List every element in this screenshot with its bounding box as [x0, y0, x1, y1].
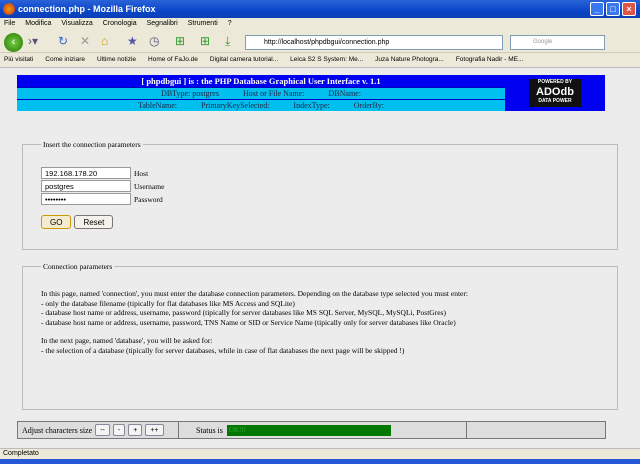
- url-text: http://localhost/phpdbgui/connection.php: [264, 39, 390, 46]
- header-title: [ phpdbgui ] is : the PHP Database Graph…: [17, 75, 505, 87]
- home-button[interactable]: ⌂: [101, 34, 108, 48]
- header-table: [ phpdbgui ] is : the PHP Database Graph…: [17, 75, 505, 111]
- font-smaller-more-button[interactable]: --: [95, 424, 110, 436]
- back-button[interactable]: ‹: [4, 33, 23, 52]
- connection-form: Insert the connection parameters Host Us…: [22, 140, 618, 250]
- info-text: - only the database filename (tipically …: [41, 298, 295, 308]
- bookmark-item[interactable]: Come iniziare: [45, 56, 85, 67]
- table-name: TableName:: [138, 101, 177, 110]
- go-button[interactable]: GO: [41, 215, 72, 229]
- font-bigger-more-button[interactable]: ++: [145, 424, 164, 436]
- new-window-icon[interactable]: ⊞: [200, 34, 210, 48]
- info-text: In the next page, named 'database', you …: [41, 336, 213, 345]
- history-icon[interactable]: ◷: [149, 34, 159, 48]
- status-indicator: OK!!!: [226, 424, 391, 436]
- title-bar: connection.php - Mozilla Firefox _ □ ×: [0, 0, 640, 18]
- password-input[interactable]: [41, 193, 131, 205]
- info-text: - the selection of a database (tipically…: [41, 345, 405, 355]
- bookmarks-icon[interactable]: ★: [127, 34, 138, 48]
- info-legend: Connection parameters: [43, 262, 113, 271]
- maximize-button[interactable]: □: [606, 2, 620, 16]
- form-legend: Insert the connection parameters: [43, 140, 141, 149]
- taskbar: [0, 459, 640, 464]
- order-by: OrderBy:: [353, 101, 384, 110]
- password-label: Password: [134, 194, 163, 204]
- info-text: - database host name or address, usernam…: [41, 308, 446, 317]
- page-content: [ phpdbgui ] is : the PHP Database Graph…: [0, 68, 640, 448]
- info-text: In this page, named 'connection', you mu…: [41, 289, 468, 298]
- bookmark-item[interactable]: Più visitati: [4, 56, 33, 67]
- close-button[interactable]: ×: [622, 2, 636, 16]
- adodb-logo: POWERED BY ADOdb DATA POWER: [505, 75, 605, 111]
- info-text: - database host name or address, usernam…: [41, 317, 456, 327]
- adjust-label: Adjust characters size: [22, 425, 93, 435]
- forward-button[interactable]: ›▾: [28, 34, 38, 48]
- bookmark-item[interactable]: Fotografia Nadir - ME...: [456, 56, 524, 67]
- menu-modifica[interactable]: Modifica: [25, 20, 51, 31]
- browser-status-bar: Completato: [0, 448, 640, 459]
- firefox-icon: [3, 3, 15, 15]
- download-icon[interactable]: ⤓: [225, 34, 230, 49]
- menu-bar: File Modifica Visualizza Cronologia Segnalib…: [0, 18, 640, 31]
- font-smaller-button[interactable]: -: [112, 424, 126, 436]
- menu-visualizza[interactable]: Visualizza: [61, 20, 92, 31]
- logo-sub: DATA POWER: [538, 98, 572, 104]
- url-bar[interactable]: http://localhost/phpdbgui/connection.php: [245, 35, 503, 50]
- logo-main: ADOdb: [536, 86, 574, 98]
- db-name: DBName:: [328, 89, 361, 98]
- font-bigger-button[interactable]: +: [128, 424, 143, 436]
- index-type: IndexType:: [293, 101, 330, 110]
- reload-button[interactable]: ↻: [58, 34, 68, 48]
- reset-button[interactable]: Reset: [74, 215, 114, 229]
- menu-strumenti[interactable]: Strumenti: [188, 20, 218, 31]
- minimize-button[interactable]: _: [590, 2, 604, 16]
- primary-key: PrimaryKeySelected:: [201, 101, 270, 110]
- connection-info: Connection parameters In this page, name…: [22, 262, 618, 410]
- stop-button[interactable]: ✕: [80, 34, 90, 48]
- host-name: Host or File Name:: [242, 89, 305, 98]
- dbtype: DBType: postgres: [161, 89, 219, 98]
- username-input[interactable]: [41, 180, 131, 192]
- host-label: Host: [134, 168, 149, 178]
- menu-cronologia[interactable]: Cronologia: [103, 20, 137, 31]
- navigation-toolbar: ‹ ›▾ ↻ ✕ ⌂ ★ ◷ ⊞ ⊞ ⤓ http://localhost/ph…: [0, 31, 640, 53]
- bookmark-item[interactable]: Home of FaJo.de: [148, 56, 198, 67]
- bookmark-item[interactable]: Juza Nature Photogra...: [375, 56, 444, 67]
- username-label: Username: [134, 181, 165, 191]
- window-title: connection.php - Mozilla Firefox: [18, 4, 156, 14]
- menu-help[interactable]: ?: [228, 20, 232, 31]
- menu-file[interactable]: File: [4, 20, 15, 31]
- search-input[interactable]: Google: [510, 35, 605, 50]
- host-input[interactable]: [41, 167, 131, 179]
- search-placeholder: Google: [533, 39, 553, 45]
- new-tab-icon[interactable]: ⊞: [175, 34, 185, 48]
- bookmark-item[interactable]: Ultime notizie: [97, 56, 136, 67]
- bookmark-item[interactable]: Leica S2 S System: Me...: [290, 56, 363, 67]
- menu-segnalibri[interactable]: Segnalibri: [147, 20, 178, 31]
- bottom-bar: Adjust characters size -- - + ++ Status is O…: [17, 421, 606, 439]
- status-label: Status is: [196, 425, 223, 435]
- bookmarks-bar: Più visitati Come iniziare Ultime notizie H…: [0, 53, 640, 68]
- status-text: Completato: [3, 450, 39, 457]
- logo-top: POWERED BY: [537, 79, 573, 85]
- bookmark-item[interactable]: Digital camera tutorial...: [210, 56, 278, 67]
